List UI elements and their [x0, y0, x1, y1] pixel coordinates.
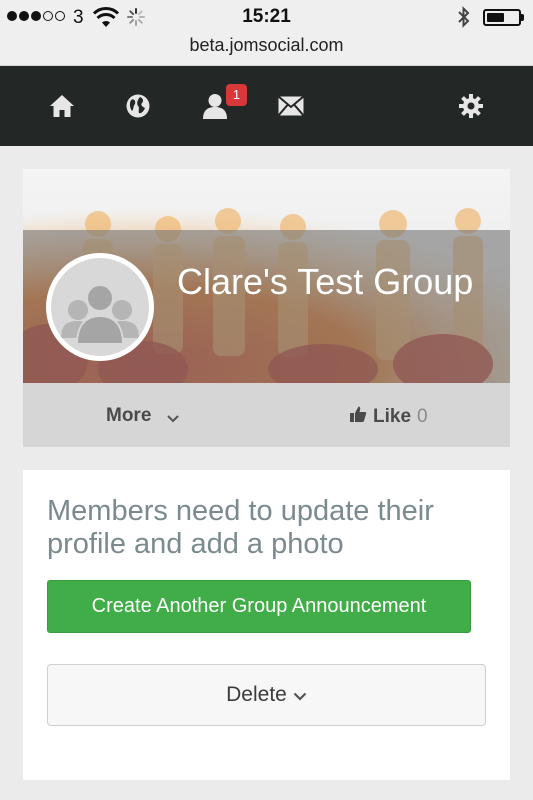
- chevron-down-icon[interactable]: [167, 410, 179, 428]
- battery-icon: [483, 9, 521, 26]
- home-icon[interactable]: [46, 90, 78, 122]
- globe-icon[interactable]: [122, 90, 154, 122]
- create-announcement-button[interactable]: Create Another Group Announcement: [47, 580, 471, 633]
- group-avatar[interactable]: [46, 253, 154, 361]
- delete-button[interactable]: Delete: [47, 664, 486, 726]
- like-label: Like: [373, 406, 412, 427]
- delete-label: Delete: [226, 683, 287, 706]
- url-text: beta.jomsocial.com: [189, 35, 344, 55]
- bluetooth-icon: [457, 6, 471, 33]
- status-bar: 3 15:21: [0, 0, 533, 34]
- address-bar[interactable]: beta.jomsocial.com: [0, 34, 533, 66]
- like-button[interactable]: Like 0: [349, 405, 428, 429]
- notification-badge[interactable]: 1: [226, 84, 247, 106]
- group-title: Clare's Test Group: [177, 261, 474, 302]
- more-button[interactable]: More: [106, 405, 151, 427]
- announcement-text: Members need to update their profile and…: [47, 495, 434, 560]
- top-nav: [0, 66, 533, 146]
- clock: 15:21: [242, 6, 291, 27]
- gear-icon[interactable]: [455, 90, 487, 122]
- mail-icon[interactable]: [275, 90, 307, 122]
- like-count: 0: [417, 406, 428, 427]
- group-card: Clare's Test Group More Like 0: [23, 169, 510, 447]
- group-actions: More Like 0: [23, 383, 510, 447]
- chevron-down-icon: [293, 665, 307, 725]
- thumbs-up-icon: [349, 405, 367, 429]
- announcement-panel: Members need to update their profile and…: [23, 470, 510, 780]
